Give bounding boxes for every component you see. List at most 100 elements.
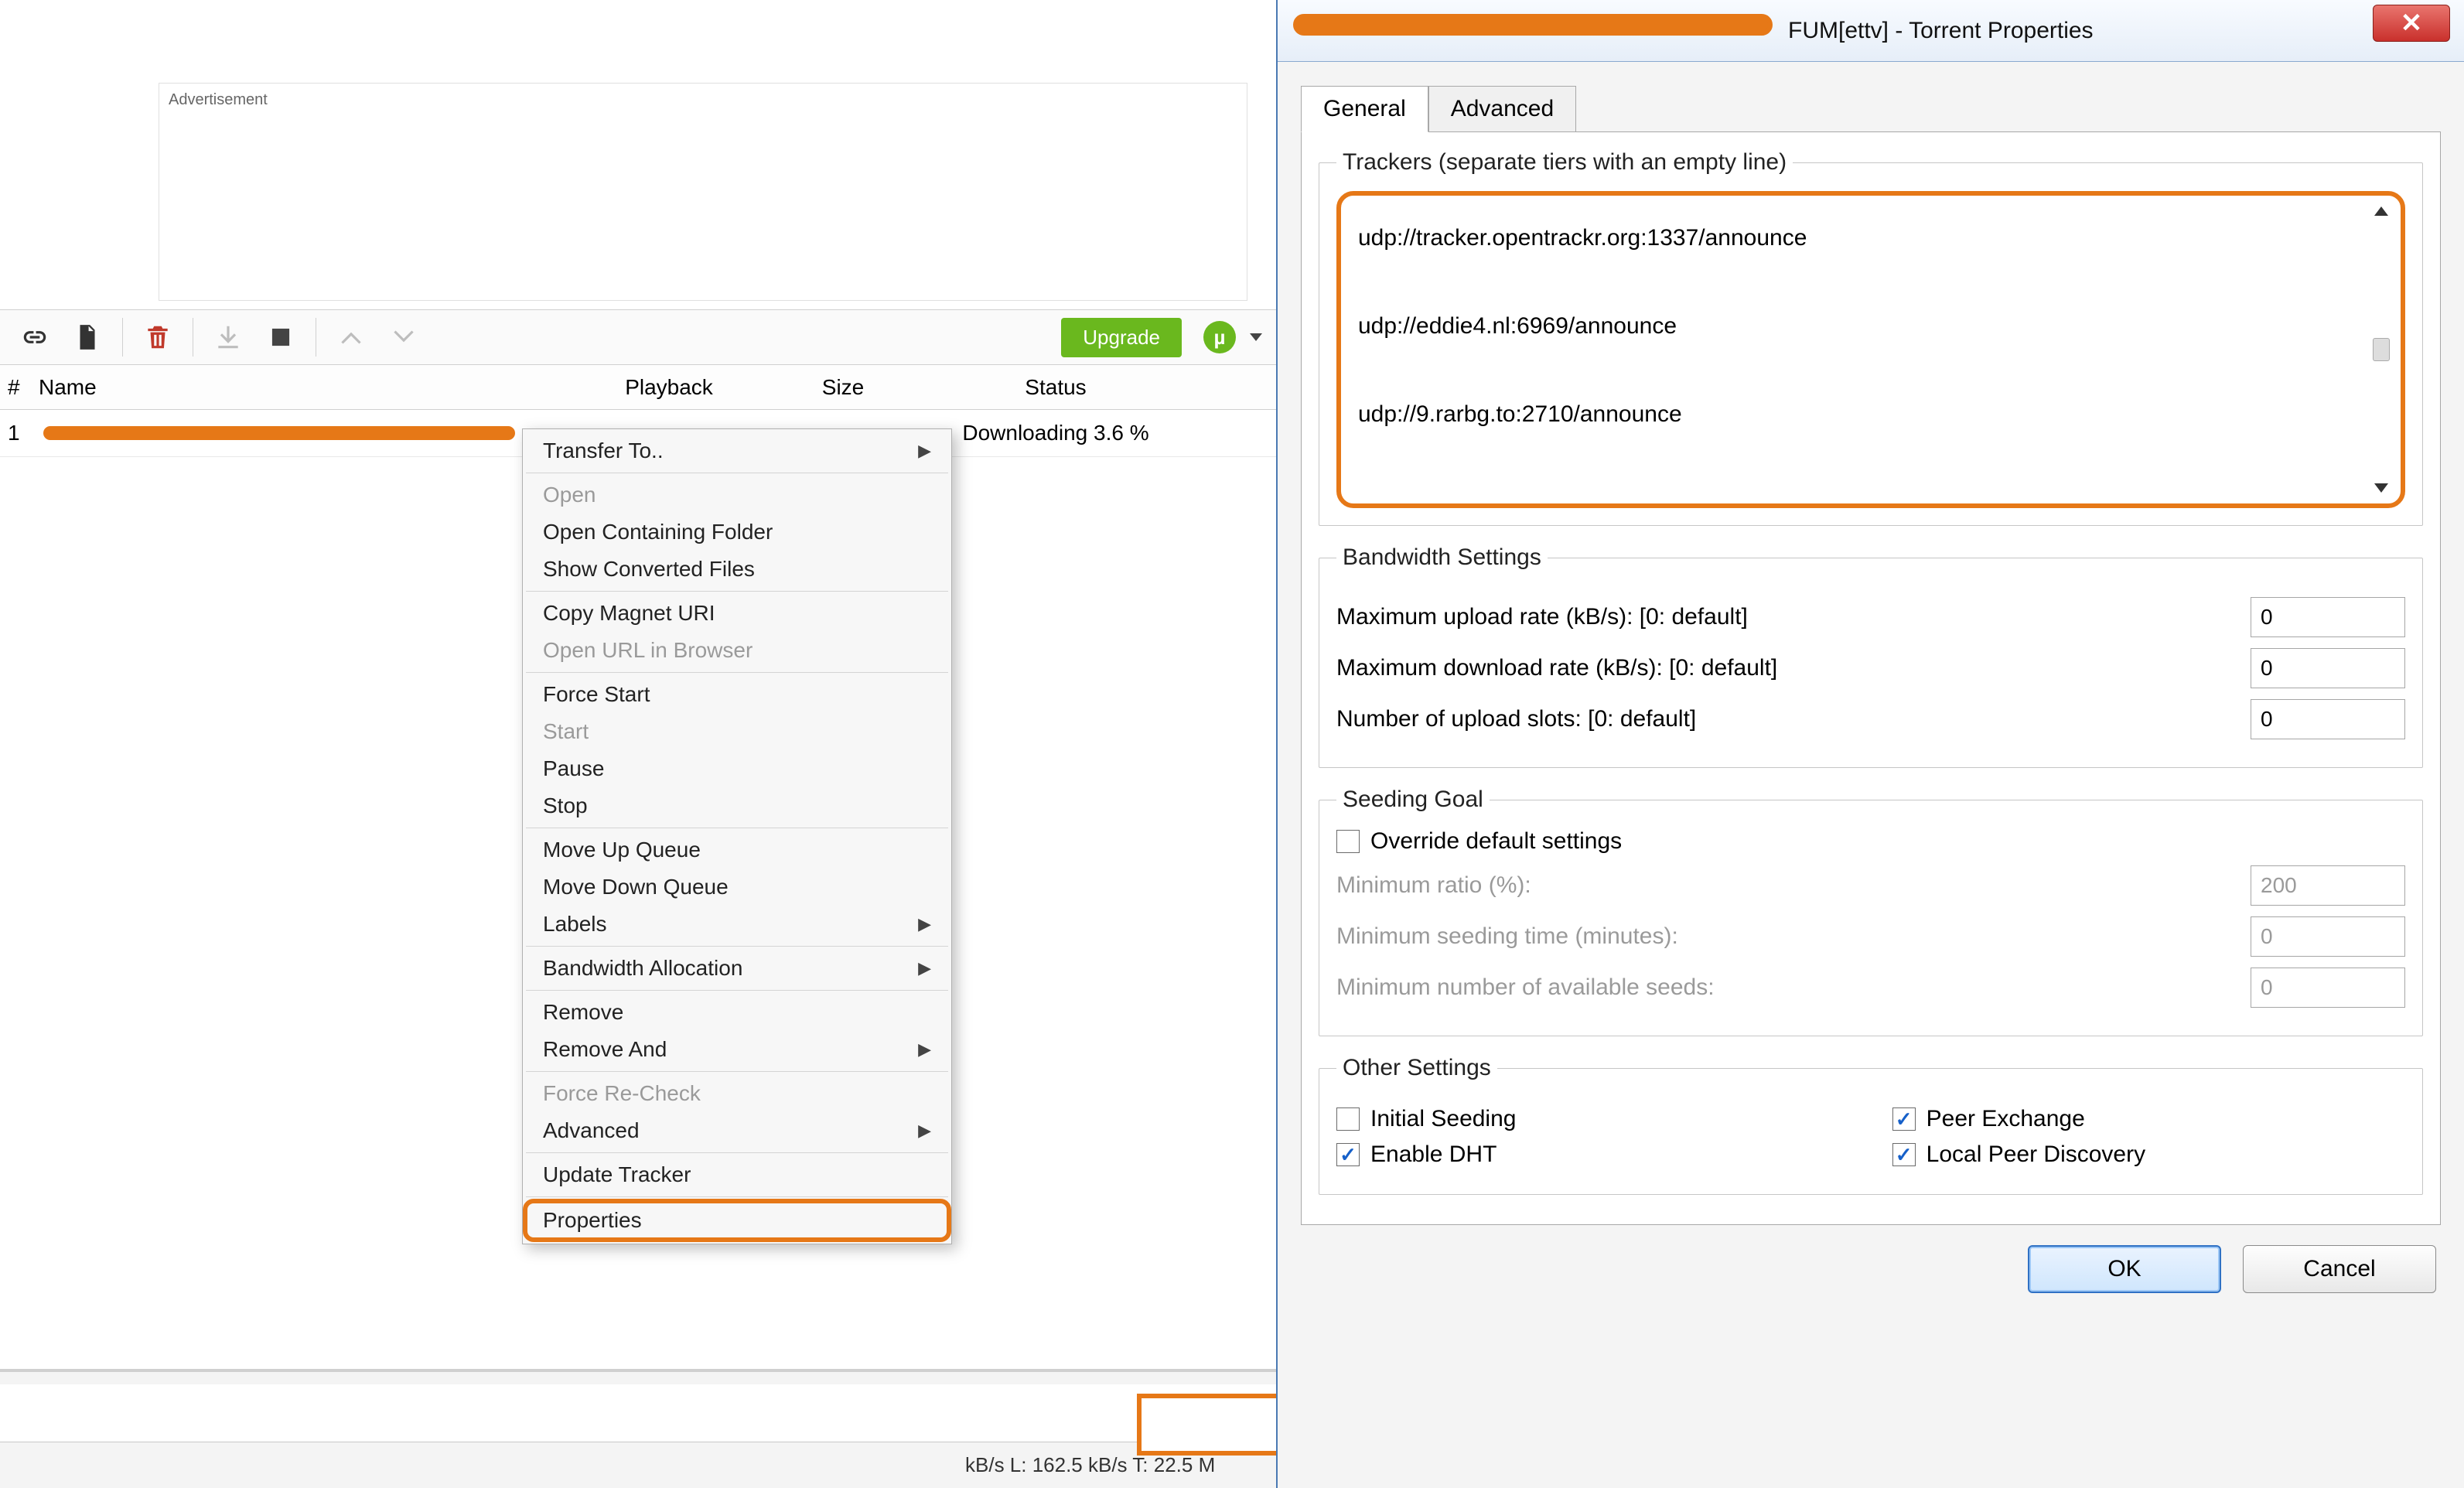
ctx-label: Transfer To.. [543,439,664,463]
override-defaults-checkbox[interactable]: Override default settings [1336,828,2405,855]
scroll-grip-icon[interactable] [2373,338,2390,361]
min-ratio-input [2251,865,2405,906]
max-download-input[interactable] [2251,648,2405,688]
peer-exchange-label: Peer Exchange [1926,1106,2085,1132]
upload-slots-row: Number of upload slots: [0: default] [1336,699,2405,739]
upgrade-button[interactable]: Upgrade [1061,318,1182,357]
scroll-down-icon[interactable] [2374,483,2388,493]
peer-exchange-checkbox[interactable]: Peer Exchange [1892,1106,2405,1132]
upload-slots-input[interactable] [2251,699,2405,739]
ctx-label: Move Up Queue [543,838,701,862]
ctx-properties[interactable]: Properties [523,1199,951,1242]
column-playback[interactable]: Playback [572,375,766,400]
ctx-label: Stop [543,793,588,818]
row-index: 1 [0,421,31,445]
ctx-stop[interactable]: Stop [523,787,951,824]
ctx-label: Update Tracker [543,1162,691,1187]
other-settings-legend: Other Settings [1336,1055,1497,1081]
ctx-label: Advanced [543,1118,640,1143]
ctx-move-up[interactable]: Move Up Queue [523,831,951,869]
ctx-update-tracker[interactable]: Update Tracker [523,1156,951,1193]
initial-seeding-checkbox[interactable]: Initial Seeding [1336,1106,1849,1132]
move-up-button[interactable] [330,316,372,358]
ctx-copy-magnet[interactable]: Copy Magnet URI [523,595,951,632]
cancel-button[interactable]: Cancel [2243,1245,2436,1293]
local-peer-discovery-checkbox[interactable]: Local Peer Discovery [1892,1142,2405,1168]
ctx-separator [526,1196,948,1197]
ctx-bandwidth-allocation[interactable]: Bandwidth Allocation ▶ [523,950,951,987]
ctx-label: Copy Magnet URI [543,601,715,626]
start-button[interactable] [207,316,249,358]
min-time-input [2251,916,2405,957]
delete-button[interactable] [137,316,179,358]
checkbox-checked-icon [1892,1107,1916,1131]
ctx-open: Open [523,476,951,514]
redacted-title-icon [1293,14,1773,36]
file-add-icon [73,323,102,352]
ctx-separator [526,591,948,592]
ctx-separator [526,1071,948,1072]
add-url-button[interactable] [14,316,56,358]
utorrent-logo-icon[interactable]: µ [1203,321,1236,353]
trackers-textarea[interactable]: udp://tracker.opentrackr.org:1337/announ… [1336,191,2405,508]
scroll-up-icon[interactable] [2374,206,2388,216]
ctx-open-containing[interactable]: Open Containing Folder [523,514,951,551]
ctx-label: Pause [543,756,604,781]
details-pane-splitter[interactable] [0,1369,1276,1384]
min-time-row: Minimum seeding time (minutes): [1336,916,2405,957]
link-icon [20,323,49,352]
ctx-labels[interactable]: Labels ▶ [523,906,951,943]
ctx-label: Start [543,719,589,744]
close-icon: ✕ [2401,8,2423,39]
column-name[interactable]: Name [31,375,572,400]
dropdown-caret-icon[interactable] [1250,333,1262,341]
dialog-close-button[interactable]: ✕ [2373,5,2450,42]
toolbar-separator [122,318,123,357]
ctx-label: Force Start [543,682,650,707]
ctx-open-url: Open URL in Browser [523,632,951,669]
column-number[interactable]: # [0,375,31,400]
submenu-arrow-icon: ▶ [918,1121,931,1141]
trackers-scrollbar[interactable] [2370,206,2393,493]
min-ratio-row: Minimum ratio (%): [1336,865,2405,906]
checkbox-icon [1336,830,1360,853]
tab-general[interactable]: General [1301,86,1428,132]
column-status[interactable]: Status [920,375,1191,400]
add-torrent-button[interactable] [67,316,108,358]
local-peer-discovery-label: Local Peer Discovery [1926,1142,2145,1168]
enable-dht-checkbox[interactable]: Enable DHT [1336,1142,1849,1168]
tab-advanced[interactable]: Advanced [1428,86,1576,132]
override-defaults-label: Override default settings [1370,828,1622,855]
submenu-arrow-icon: ▶ [918,958,931,978]
ctx-remove[interactable]: Remove [523,994,951,1031]
max-upload-input[interactable] [2251,597,2405,637]
ctx-pause[interactable]: Pause [523,750,951,787]
status-bar: kB/s L: 162.5 kB/s T: 22.5 M [0,1442,1276,1488]
ctx-advanced[interactable]: Advanced ▶ [523,1112,951,1149]
seeding-goal-legend: Seeding Goal [1336,787,1490,813]
stop-button[interactable] [260,316,302,358]
ok-button[interactable]: OK [2028,1245,2221,1293]
bandwidth-group: Bandwidth Settings Maximum upload rate (… [1319,544,2423,768]
checkbox-checked-icon [1892,1143,1916,1166]
ctx-move-down[interactable]: Move Down Queue [523,869,951,906]
tabstrip: General Advanced [1301,85,2441,131]
ctx-label: Open Containing Folder [543,520,773,544]
ctx-label: Bandwidth Allocation [543,956,742,981]
stop-icon [266,323,295,352]
ctx-transfer-to[interactable]: Transfer To.. ▶ [523,432,951,469]
move-down-button[interactable] [383,316,425,358]
ctx-remove-and[interactable]: Remove And ▶ [523,1031,951,1068]
ctx-label: Show Converted Files [543,557,755,582]
seeding-goal-group: Seeding Goal Override default settings M… [1319,787,2423,1036]
ctx-show-converted[interactable]: Show Converted Files [523,551,951,588]
dialog-titlebar[interactable]: FUM[ettv] - Torrent Properties ✕ [1278,0,2464,62]
other-settings-group: Other Settings Initial Seeding Peer Exch… [1319,1055,2423,1195]
download-icon [213,323,243,352]
row-status: Downloading 3.6 % [920,421,1191,445]
min-seeds-label: Minimum number of available seeds: [1336,974,1715,1001]
ctx-label: Properties [543,1208,642,1233]
column-size[interactable]: Size [766,375,920,400]
min-seeds-input [2251,968,2405,1008]
ctx-force-start[interactable]: Force Start [523,676,951,713]
